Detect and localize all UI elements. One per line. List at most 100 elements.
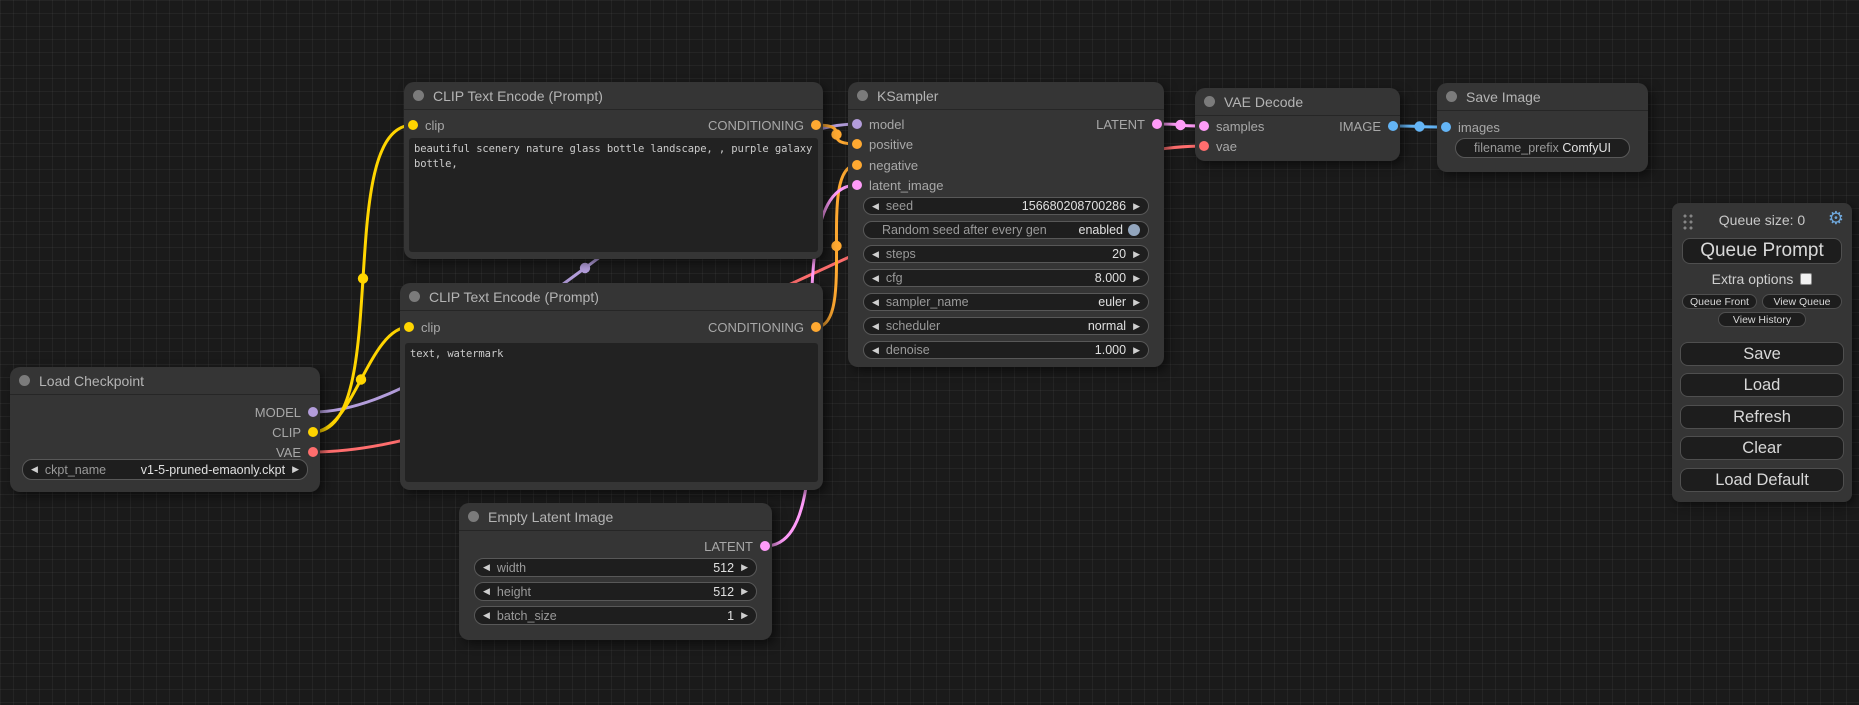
arrow-right-icon[interactable]: ▶	[1133, 274, 1140, 283]
arrow-right-icon[interactable]: ▶	[741, 611, 748, 620]
output-label: LATENT	[1096, 117, 1145, 132]
output-label: CLIP	[272, 425, 301, 440]
arrow-right-icon[interactable]: ▶	[1133, 298, 1140, 307]
widget-filename-prefix[interactable]: filename_prefix ComfyUI	[1455, 138, 1630, 158]
extra-options-label: Extra options	[1712, 271, 1794, 287]
collapse-dot[interactable]	[413, 90, 424, 101]
output-port-model[interactable]	[308, 407, 318, 417]
arrow-right-icon[interactable]: ▶	[741, 587, 748, 596]
collapse-dot[interactable]	[1204, 96, 1215, 107]
widget-width[interactable]: ◀ width 512 ▶	[474, 558, 757, 577]
input-port-model[interactable]	[852, 119, 862, 129]
input-port-images[interactable]	[1441, 122, 1451, 132]
arrow-left-icon[interactable]: ◀	[872, 274, 879, 283]
node-title-bar[interactable]: CLIP Text Encode (Prompt)	[404, 82, 823, 110]
input-port-samples[interactable]	[1199, 121, 1209, 131]
output-port-latent[interactable]	[1152, 119, 1162, 129]
node-title-bar[interactable]: KSampler	[848, 82, 1164, 110]
input-port-latent-image[interactable]	[852, 180, 862, 190]
arrow-left-icon[interactable]: ◀	[872, 250, 879, 259]
view-history-button[interactable]: View History	[1718, 312, 1806, 327]
arrow-left-icon[interactable]: ◀	[872, 202, 879, 211]
node-empty-latent-image[interactable]: Empty Latent Image LATENT ◀ width 512 ▶ …	[459, 503, 772, 640]
arrow-right-icon[interactable]: ▶	[1133, 250, 1140, 259]
arrow-left-icon[interactable]: ◀	[872, 346, 879, 355]
node-clip-text-encode-positive[interactable]: CLIP Text Encode (Prompt) clip CONDITION…	[404, 82, 823, 259]
extra-options-checkbox[interactable]	[1800, 273, 1812, 285]
output-port-clip[interactable]	[308, 427, 318, 437]
queue-prompt-button[interactable]: Queue Prompt	[1682, 238, 1842, 264]
input-port-clip[interactable]	[408, 120, 418, 130]
queue-front-button[interactable]: Queue Front	[1682, 294, 1757, 309]
widget-batch-size[interactable]: ◀ batch_size 1 ▶	[474, 606, 757, 625]
collapse-dot[interactable]	[409, 291, 420, 302]
node-title: KSampler	[877, 88, 938, 104]
widget-steps[interactable]: ◀ steps 20 ▶	[863, 245, 1149, 263]
arrow-left-icon[interactable]: ◀	[483, 587, 490, 596]
input-label: clip	[421, 320, 441, 335]
arrow-right-icon[interactable]: ▶	[1133, 322, 1140, 331]
arrow-right-icon[interactable]: ▶	[1133, 202, 1140, 211]
arrow-left-icon[interactable]: ◀	[483, 563, 490, 572]
widget-cfg[interactable]: ◀ cfg 8.000 ▶	[863, 269, 1149, 287]
arrow-left-icon[interactable]: ◀	[872, 322, 879, 331]
positive-prompt-textarea[interactable]: beautiful scenery nature glass bottle la…	[409, 138, 818, 252]
input-port-vae[interactable]	[1199, 141, 1209, 151]
widget-random-seed-toggle[interactable]: Random seed after every gen enabled	[863, 221, 1149, 239]
widget-height[interactable]: ◀ height 512 ▶	[474, 582, 757, 601]
node-title-bar[interactable]: Load Checkpoint	[10, 367, 320, 395]
node-load-checkpoint[interactable]: Load Checkpoint MODEL CLIP VAE ◀ ckpt_na…	[10, 367, 320, 492]
input-label: clip	[425, 118, 445, 133]
settings-gear-icon[interactable]: ⚙	[1828, 209, 1844, 227]
widget-scheduler[interactable]: ◀ scheduler normal ▶	[863, 317, 1149, 335]
node-title: Empty Latent Image	[488, 509, 613, 525]
arrow-right-icon[interactable]: ▶	[292, 465, 299, 474]
collapse-dot[interactable]	[468, 511, 479, 522]
widget-denoise[interactable]: ◀ denoise 1.000 ▶	[863, 341, 1149, 359]
output-label: CONDITIONING	[708, 118, 804, 133]
node-graph-canvas[interactable]: Load Checkpoint MODEL CLIP VAE ◀ ckpt_na…	[0, 0, 1859, 705]
node-clip-text-encode-negative[interactable]: CLIP Text Encode (Prompt) clip CONDITION…	[400, 283, 823, 490]
output-port-image[interactable]	[1388, 121, 1398, 131]
save-button[interactable]: Save	[1680, 342, 1844, 366]
collapse-dot[interactable]	[1446, 91, 1457, 102]
negative-prompt-textarea[interactable]: text, watermark	[405, 343, 818, 482]
widget-label: ckpt_name	[45, 463, 106, 477]
node-vae-decode[interactable]: VAE Decode samples IMAGE vae	[1195, 88, 1400, 161]
queue-panel: Queue size: 0 ⚙ Queue Prompt Extra optio…	[1672, 203, 1852, 502]
node-title: VAE Decode	[1224, 94, 1303, 110]
node-title-bar[interactable]: CLIP Text Encode (Prompt)	[400, 283, 823, 311]
input-port-negative[interactable]	[852, 160, 862, 170]
node-save-image[interactable]: Save Image images filename_prefix ComfyU…	[1437, 83, 1648, 172]
input-port-clip[interactable]	[404, 322, 414, 332]
arrow-left-icon[interactable]: ◀	[31, 465, 38, 474]
output-port-latent[interactable]	[760, 541, 770, 551]
input-port-positive[interactable]	[852, 139, 862, 149]
clear-button[interactable]: Clear	[1680, 436, 1844, 460]
arrow-left-icon[interactable]: ◀	[483, 611, 490, 620]
node-ksampler[interactable]: KSampler model LATENT positive negative …	[848, 82, 1164, 367]
arrow-left-icon[interactable]: ◀	[872, 298, 879, 307]
output-label: LATENT	[704, 539, 753, 554]
node-title-bar[interactable]: VAE Decode	[1195, 88, 1400, 116]
refresh-button[interactable]: Refresh	[1680, 405, 1844, 429]
node-title: Save Image	[1466, 89, 1541, 105]
widget-sampler-name[interactable]: ◀ sampler_name euler ▶	[863, 293, 1149, 311]
collapse-dot[interactable]	[19, 375, 30, 386]
load-button[interactable]: Load	[1680, 373, 1844, 397]
output-port-conditioning[interactable]	[811, 322, 821, 332]
node-title: CLIP Text Encode (Prompt)	[433, 88, 603, 104]
node-title-bar[interactable]: Save Image	[1437, 83, 1648, 111]
widget-seed[interactable]: ◀ seed 156680208700286 ▶	[863, 197, 1149, 215]
node-title-bar[interactable]: Empty Latent Image	[459, 503, 772, 531]
output-port-conditioning[interactable]	[811, 120, 821, 130]
widget-ckpt-name[interactable]: ◀ ckpt_name v1-5-pruned-emaonly.ckpt ▶	[22, 459, 308, 480]
output-port-vae[interactable]	[308, 447, 318, 457]
arrow-right-icon[interactable]: ▶	[1133, 346, 1140, 355]
load-default-button[interactable]: Load Default	[1680, 468, 1844, 492]
view-queue-button[interactable]: View Queue	[1762, 294, 1842, 309]
arrow-right-icon[interactable]: ▶	[741, 563, 748, 572]
toggle-enabled-dot[interactable]	[1128, 224, 1140, 236]
widget-value: v1-5-pruned-emaonly.ckpt	[141, 463, 285, 477]
collapse-dot[interactable]	[857, 90, 868, 101]
